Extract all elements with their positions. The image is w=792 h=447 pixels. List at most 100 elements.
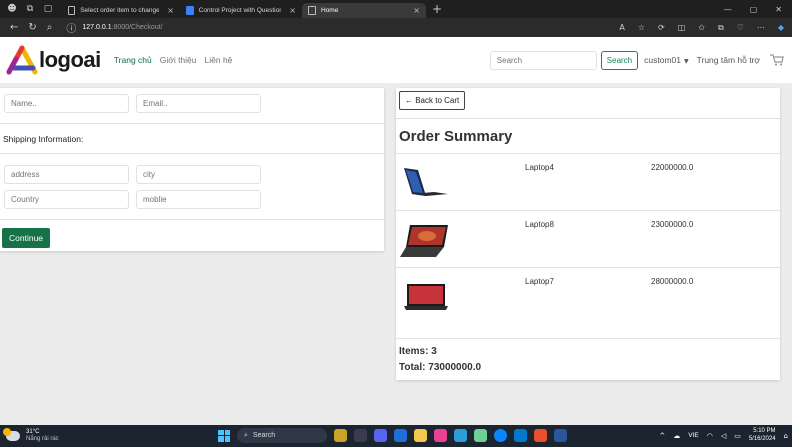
item-price: 22000000.0 [651,163,694,172]
task-view-icon[interactable] [354,429,367,442]
page-icon [308,6,316,15]
time: 5:10 PM [753,428,776,434]
items-count: Items: 3 [399,346,437,357]
favorites-icon[interactable]: ✩ [698,23,705,33]
more-menu-icon[interactable]: ⋯ [757,23,765,33]
date: 5/16/2024 [748,435,776,442]
collections-icon[interactable]: ⧉ [718,23,724,33]
browser-tab-home[interactable]: Home × [302,3,426,18]
search-button[interactable]: Search [600,50,639,70]
support-link[interactable]: Trung tâm hỗ trợ [697,55,760,65]
divider [0,123,384,124]
profile-icon[interactable]: ☻ [6,3,18,15]
nav-link-about[interactable]: Giới thiệu [160,55,197,65]
workspaces-icon[interactable]: ⧉ [24,3,36,15]
copilot-icon[interactable]: ◆ [778,23,784,33]
close-tab-icon[interactable]: × [413,6,420,15]
url-field[interactable]: 127.0.0.1:8000/Checkout/ [82,24,162,31]
search-input[interactable] [489,50,597,70]
battery-icon[interactable]: ▭ [734,432,741,440]
taskbar-search-label: Search [252,432,276,439]
tab-title: Control Project with Questions [198,7,282,14]
order-item-row: Laptop8 23000000.0 [396,210,780,267]
clock[interactable]: 5:10 PM 5/16/2024 [749,428,776,443]
close-tab-icon[interactable]: × [289,6,296,15]
maximize-icon[interactable]: ▢ [750,5,758,14]
vscode-icon[interactable] [514,429,527,442]
mail-app-icon[interactable] [454,429,467,442]
store-app-icon[interactable] [434,429,447,442]
app-icon[interactable] [534,429,547,442]
item-price: 23000000.0 [651,220,694,229]
browser-toolbar: A ☆ ⟳ ◫ ✩ ⧉ ♡ ⋯ ◆ [619,23,792,33]
file-explorer-icon[interactable] [414,429,427,442]
app-icon[interactable] [474,429,487,442]
language-indicator[interactable]: VIE [688,432,698,439]
divider [0,219,384,220]
read-aloud-icon[interactable]: A [619,23,624,33]
site-logo[interactable]: logoai [6,44,101,76]
cart-icon[interactable] [770,54,784,66]
widgets-app-icon[interactable] [334,429,347,442]
tab-actions-icon[interactable]: ▢ [42,3,54,15]
weather-widget[interactable]: 31°C Nắng rải rác [3,428,59,443]
page: logoai Trang chủ Giới thiệu Liên hệ Sear… [0,37,792,425]
email-field[interactable] [136,94,261,113]
address-bar: ← ↻ ⌕ ⓘ 127.0.0.1:8000/Checkout/ A ☆ ⟳ ◫… [0,18,792,37]
partly-sunny-icon [3,428,20,441]
weather-description: Nắng rải rác [26,436,59,442]
laptop-image [400,225,448,257]
cloud-icon[interactable]: ☁ [673,432,680,440]
nav-link-contact[interactable]: Liên hệ [205,55,233,65]
site-navbar: logoai Trang chủ Giới thiệu Liên hệ Sear… [0,37,792,83]
logo-text: logoai [39,47,101,72]
edge-dev-app-icon[interactable] [394,429,407,442]
user-menu[interactable]: custom01 ▼ [644,55,688,65]
nav-link-home[interactable]: Trang chủ [114,55,152,65]
mobile-field[interactable] [136,190,261,209]
system-tray: ^ ☁ VIE ◠ ◁ ▭ 5:10 PM 5/16/2024 ⌂ [659,428,788,443]
browser-tab-bar: ☻ ⧉ ▢ Select order item to change | Dj ×… [0,0,792,18]
info-icon[interactable]: ⓘ [66,20,76,35]
back-arrow-icon[interactable]: ← [10,22,18,33]
main-nav: Trang chủ Giới thiệu Liên hệ [114,55,233,65]
extensions-icon[interactable]: ⟳ [658,23,665,33]
word-app-icon[interactable] [554,429,567,442]
order-summary-title: Order Summary [399,128,513,145]
taskbar-search[interactable]: ⌕ Search [237,428,327,443]
browser-essentials-icon[interactable]: ♡ [737,23,744,33]
close-window-icon[interactable]: ✕ [775,5,782,14]
order-item-row: Laptop4 22000000.0 [396,153,780,210]
volume-icon[interactable]: ◁ [721,432,726,440]
url-path: :8000/Checkout/ [111,24,163,31]
item-name: Laptop8 [525,220,554,229]
edge-browser-icon[interactable] [494,429,507,442]
search-icon[interactable]: ⌕ [47,22,53,33]
item-name: Laptop4 [525,163,554,172]
city-field[interactable] [136,165,261,184]
chat-app-icon[interactable] [374,429,387,442]
refresh-icon[interactable]: ↻ [28,22,36,33]
name-field[interactable] [4,94,129,113]
country-field[interactable] [4,190,129,209]
favorite-star-icon[interactable]: ☆ [638,23,645,33]
windows-start-icon[interactable] [218,429,230,442]
split-screen-icon[interactable]: ◫ [678,23,686,33]
notification-icon[interactable]: ⌂ [784,432,788,440]
divider [0,153,384,154]
temperature: 31°C [26,429,40,435]
wifi-icon[interactable]: ◠ [707,432,713,440]
close-tab-icon[interactable]: × [167,6,174,15]
browser-tab-django[interactable]: Select order item to change | Dj × [62,3,180,18]
browser-tab-control[interactable]: Control Project with Questions × [180,3,302,18]
address-field[interactable] [4,165,129,184]
new-tab-button[interactable]: + [432,2,442,16]
laptop-image [404,284,448,310]
taskbar: 31°C Nắng rải rác ⌕ Search ^ ☁ VIE ◠ ◁ ▭… [0,425,792,447]
minimize-icon[interactable]: — [724,5,732,14]
continue-button[interactable]: Continue [2,228,51,248]
user-name: custom01 [644,55,681,65]
back-to-cart-button[interactable]: ← Back to Cart [399,91,466,110]
window-controls: — ▢ ✕ [724,5,792,14]
chevron-up-icon[interactable]: ^ [659,432,665,440]
